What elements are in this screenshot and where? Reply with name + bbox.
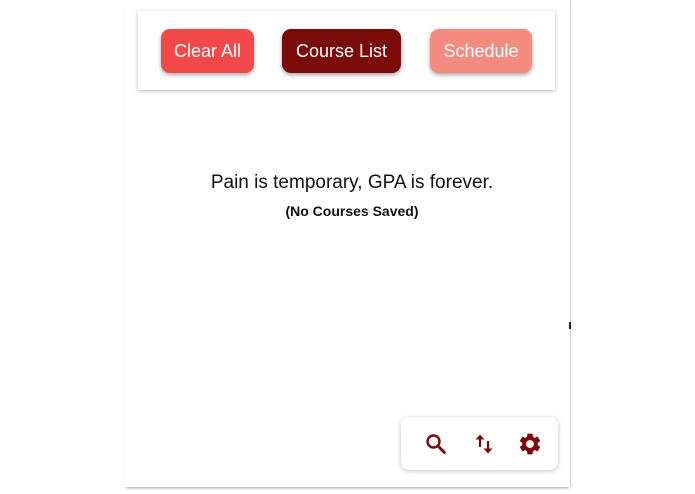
- motivational-quote: Pain is temporary, GPA is forever.: [210, 172, 494, 193]
- sort-icon[interactable]: [470, 430, 498, 458]
- schedule-button[interactable]: Schedule: [430, 29, 532, 73]
- top-toolbar: Clear All Course List Schedule: [138, 11, 555, 90]
- panel-edge-marker: [569, 322, 571, 329]
- gear-icon[interactable]: [516, 430, 544, 458]
- search-icon[interactable]: [422, 430, 450, 458]
- action-bar: [401, 417, 558, 470]
- course-list-button[interactable]: Course List: [282, 29, 401, 73]
- empty-state-text: (No Courses Saved): [285, 203, 419, 219]
- page: Clear All Course List Schedule Pain is t…: [0, 0, 695, 494]
- clear-all-button[interactable]: Clear All: [161, 29, 254, 73]
